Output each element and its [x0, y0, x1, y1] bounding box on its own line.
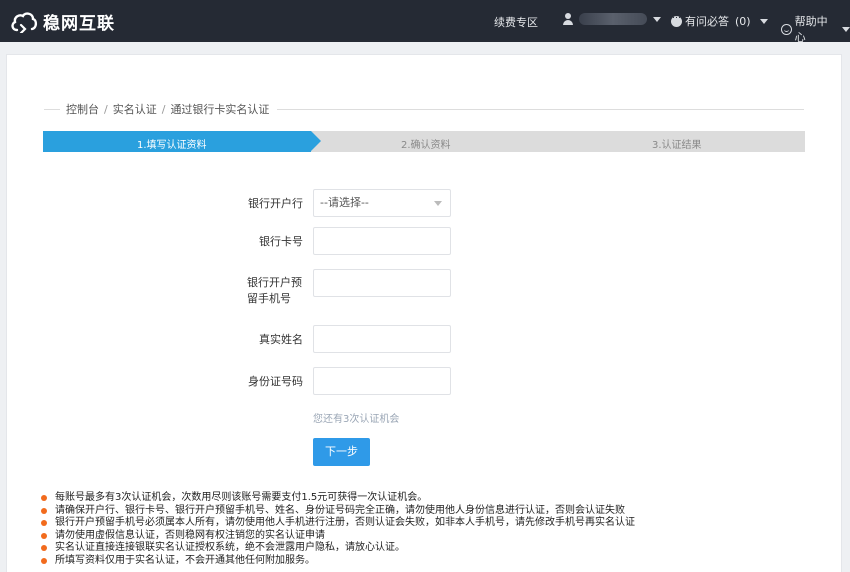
- name-label: 真实姓名: [259, 333, 303, 346]
- card-number-input[interactable]: [313, 227, 451, 255]
- bullet-icon: [41, 495, 47, 502]
- user-menu[interactable]: [563, 13, 661, 25]
- breadcrumb: 控制台 / 实名认证 / 通过银行卡实名认证: [44, 101, 804, 117]
- bullet-icon: [41, 520, 47, 527]
- attempts-hint: 您还有3次认证机会: [313, 414, 400, 425]
- logo[interactable]: 稳网互联: [10, 9, 115, 34]
- list-item: 请勿使用虚假信息认证，否则稳网有权注销您的实名认证申请: [41, 530, 831, 543]
- help-menu[interactable]: 帮助中心: [781, 13, 850, 45]
- chevron-down-icon: [759, 18, 768, 24]
- qa-menu[interactable]: 有问必答 (0): [671, 11, 768, 29]
- list-item: 银行开户预留手机号必须属本人所有，请勿使用他人手机进行注册，否则认证会失败，如非…: [41, 517, 831, 530]
- breadcrumb-realname[interactable]: 实名认证: [113, 101, 157, 117]
- bullet-icon: [41, 557, 47, 564]
- qa-label: 有问必答: [685, 15, 729, 28]
- id-label: 身份证号码: [248, 375, 303, 388]
- chat-bubble-icon: [671, 11, 682, 27]
- phone-label: 银行开户预留手机号: [247, 276, 302, 305]
- breadcrumb-separator: /: [161, 102, 166, 116]
- bank-select-value: --请选择--: [320, 196, 369, 209]
- notes-list: 每账号最多有3次认证机会，次数用尽则该账号需要支付1.5元可获得一次认证机会。 …: [41, 492, 831, 567]
- breadcrumb-console[interactable]: 控制台: [66, 101, 99, 117]
- bullet-icon: [41, 507, 47, 514]
- chevron-down-icon: [653, 16, 661, 22]
- list-item: 请确保开户行、银行卡号、银行开户预留手机号、姓名、身份证号码完全正确，请勿使用他…: [41, 505, 831, 518]
- smile-icon: [781, 23, 792, 35]
- help-label: 帮助中心: [794, 15, 828, 44]
- list-item: 所填写资料仅用于实名认证，不会开通其他任何附加服务。: [41, 555, 831, 568]
- list-item: 每账号最多有3次认证机会，次数用尽则该账号需要支付1.5元可获得一次认证机会。: [41, 492, 831, 505]
- cloud-logo-icon: [11, 11, 38, 33]
- renew-link[interactable]: 续费专区: [494, 14, 538, 30]
- card-label: 银行卡号: [259, 235, 303, 248]
- breadcrumb-current: 通过银行卡实名认证: [170, 103, 270, 116]
- bullet-icon: [41, 532, 47, 539]
- step-confirm-info: 2.确认资料: [401, 140, 451, 151]
- phone-input[interactable]: [313, 269, 451, 297]
- id-number-input[interactable]: [313, 367, 451, 395]
- step-fill-info: 1.填写认证资料: [137, 140, 207, 151]
- chevron-down-icon: [842, 26, 850, 32]
- top-navbar: 稳网互联 续费专区 有问必答 (0) 帮助中心: [0, 0, 850, 45]
- main-card: 控制台 / 实名认证 / 通过银行卡实名认证 1.填写认证资料 2.确认资料 3…: [6, 54, 842, 572]
- bank-select[interactable]: --请选择--: [313, 189, 451, 217]
- qa-count: (0): [735, 14, 751, 28]
- list-item: 实名认证直接连接银联实名认证授权系统，绝不会泄露用户隐私，请放心认证。: [41, 542, 831, 555]
- divider: [277, 108, 804, 110]
- logo-text: 稳网互联: [43, 14, 115, 34]
- next-button[interactable]: 下一步: [313, 438, 370, 466]
- breadcrumb-separator: /: [104, 102, 108, 116]
- progress-steps: 1.填写认证资料 2.确认资料 3.认证结果: [43, 131, 805, 152]
- username-blurred: [579, 13, 647, 25]
- step-result: 3.认证结果: [652, 140, 702, 151]
- bullet-icon: [41, 545, 47, 552]
- divider: [44, 108, 60, 110]
- bank-label: 银行开户行: [248, 197, 303, 210]
- real-name-input[interactable]: [313, 325, 451, 353]
- chevron-down-icon: [434, 201, 442, 206]
- user-icon: [563, 13, 573, 25]
